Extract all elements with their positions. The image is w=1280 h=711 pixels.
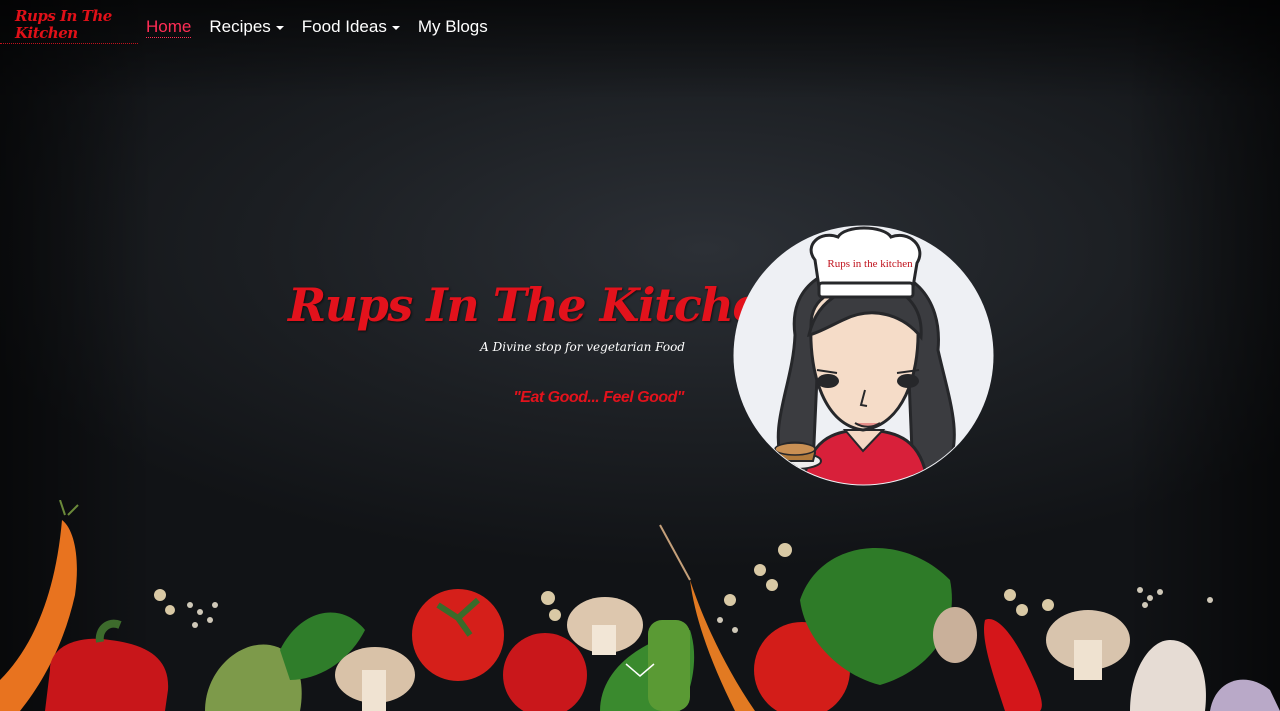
- nav-item-my-blogs[interactable]: My Blogs: [418, 17, 488, 37]
- nav-item-home[interactable]: Home: [146, 17, 192, 38]
- hero-title: Rups In The Kitchen: [288, 278, 794, 332]
- brand-logo-link[interactable]: Rups In The Kitchen: [0, 8, 138, 44]
- navbar: Rups In The Kitchen Home Recipes Food Id…: [0, 0, 1280, 48]
- nav-menu: Home Recipes Food Ideas My Blogs: [146, 17, 506, 38]
- brand-line-2: Kitchen: [15, 24, 78, 42]
- nav-item-label: Food Ideas: [301, 17, 387, 36]
- brand-line-1: Rups In The: [15, 7, 112, 25]
- caret-down-icon: [275, 26, 284, 30]
- nav-item-label: Recipes: [209, 17, 271, 36]
- hero-subtitle: A Divine stop for vegetarian Food: [480, 340, 685, 354]
- nav-item-label: My Blogs: [417, 17, 488, 36]
- chevron-down-icon[interactable]: [624, 660, 656, 680]
- caret-down-icon: [391, 26, 400, 30]
- nav-item-label: Home: [146, 17, 192, 36]
- nav-item-recipes[interactable]: Recipes: [209, 17, 284, 37]
- hero-tagline: "Eat Good... Feel Good": [513, 389, 684, 406]
- nav-item-food-ideas[interactable]: Food Ideas: [302, 17, 400, 37]
- logo-text: Rups in the kitchen: [827, 258, 913, 270]
